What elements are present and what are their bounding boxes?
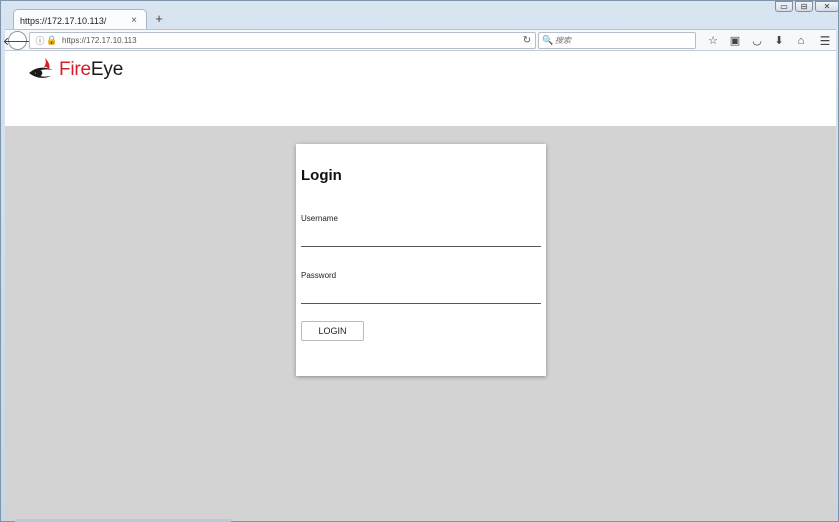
tab-close-icon[interactable]: × [128, 15, 140, 26]
username-input[interactable] [301, 229, 541, 247]
maximize-button[interactable]: ⊟ [795, 1, 813, 12]
search-bar[interactable]: 🔍 [538, 32, 696, 49]
address-bar[interactable]: ⓘ 🔒 https://172.17.10.113 ↻ [29, 32, 536, 49]
url-text[interactable]: https://172.17.10.113 [62, 36, 519, 45]
back-button[interactable]: 🡐 [3, 31, 32, 50]
home-icon[interactable]: ⌂ [790, 33, 812, 49]
logo-wordmark: FireEye [59, 59, 124, 80]
search-input[interactable] [555, 36, 685, 45]
navigation-bar: 🡐 ⓘ 🔒 https://172.17.10.113 ↻ 🔍 ☆ ▣ ◡ ⬇ … [3, 29, 836, 51]
close-window-button[interactable]: ✕ [815, 1, 839, 12]
minimize-button[interactable]: ▭ [775, 1, 793, 12]
tab-strip: https://172.17.10.113/ × + ▭ ⊟ ✕ [1, 1, 839, 31]
info-icon[interactable]: ⓘ [34, 34, 46, 47]
bookmarks-library-icon[interactable]: ▣ [724, 33, 746, 49]
back-arrow-icon: 🡐 [2, 35, 33, 48]
toolbar-icons: ☆ ▣ ◡ ⬇ ⌂ [702, 33, 812, 49]
tab-title: https://172.17.10.113/ [20, 15, 107, 26]
page-content: FireEye Login Username Password LOGIN [5, 51, 836, 521]
browser-window: https://172.17.10.113/ × + ▭ ⊟ ✕ 🡐 ⓘ 🔒 h… [0, 0, 839, 522]
bookmark-star-icon[interactable]: ☆ [702, 33, 724, 49]
login-button[interactable]: LOGIN [301, 321, 364, 341]
hamburger-menu-icon[interactable]: ☰ [817, 33, 833, 49]
login-title: Login [301, 167, 342, 184]
search-icon: 🔍 [542, 35, 554, 45]
window-controls: ▭ ⊟ ✕ [773, 1, 839, 12]
new-tab-button[interactable]: + [152, 12, 166, 26]
reload-icon[interactable]: ↻ [519, 35, 535, 46]
fireeye-logo: FireEye [27, 56, 123, 82]
username-label: Username [301, 214, 338, 223]
browser-tab[interactable]: https://172.17.10.113/ × [13, 9, 147, 31]
password-label: Password [301, 271, 337, 280]
login-card: Login Username Password LOGIN [296, 144, 546, 376]
fireeye-eye-flame-icon [29, 58, 53, 78]
insecure-lock-icon[interactable]: 🔒 [46, 35, 58, 46]
download-icon[interactable]: ⬇ [768, 33, 790, 49]
password-input[interactable] [301, 286, 541, 304]
page-header: FireEye [5, 51, 836, 126]
pocket-icon[interactable]: ◡ [746, 33, 768, 49]
